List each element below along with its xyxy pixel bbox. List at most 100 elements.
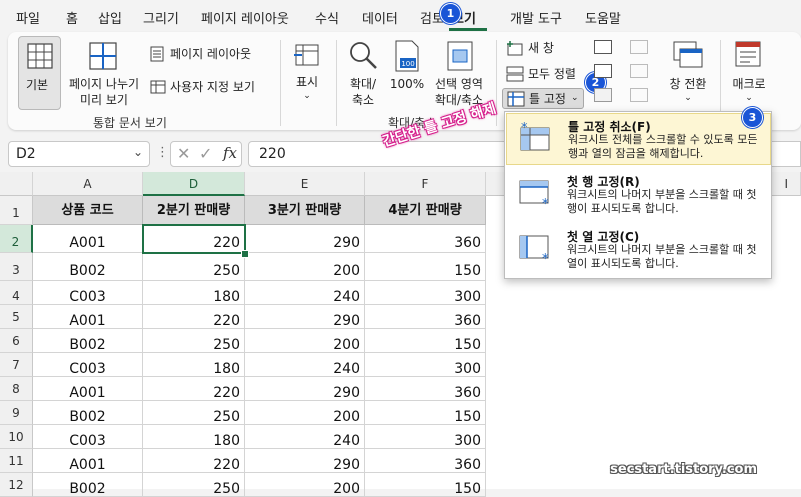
- row-header[interactable]: 3: [0, 253, 33, 281]
- table-cell[interactable]: A001: [33, 305, 143, 329]
- zoom-to-selection-button[interactable]: 선택 영역 확대/축소: [428, 36, 490, 110]
- row-header[interactable]: 2: [0, 225, 33, 253]
- insert-function-icon[interactable]: fx: [223, 144, 237, 162]
- row-header[interactable]: 7: [0, 353, 33, 377]
- table-cell[interactable]: B002: [33, 253, 143, 281]
- freeze-panes-button[interactable]: 틀 고정 ⌄: [502, 88, 584, 109]
- row-header[interactable]: 8: [0, 377, 33, 401]
- table-cell[interactable]: 150: [365, 329, 486, 353]
- table-header-cell[interactable]: 2분기 판매량: [143, 196, 245, 225]
- table-cell[interactable]: 220: [143, 449, 245, 473]
- table-cell[interactable]: 150: [365, 473, 486, 497]
- column-header-e[interactable]: E: [245, 172, 365, 196]
- reset-window-position-icon[interactable]: [630, 88, 648, 102]
- row-header[interactable]: 11: [0, 449, 33, 473]
- table-cell[interactable]: 220: [143, 377, 245, 401]
- table-cell[interactable]: 360: [365, 377, 486, 401]
- table-cell[interactable]: 360: [365, 305, 486, 329]
- unhide-icon[interactable]: [594, 88, 612, 102]
- table-cell[interactable]: 290: [245, 225, 365, 253]
- table-cell[interactable]: 300: [365, 425, 486, 449]
- row-header[interactable]: 1: [0, 196, 33, 225]
- table-cell[interactable]: C003: [33, 281, 143, 305]
- select-all-corner[interactable]: [0, 172, 33, 196]
- column-header-d[interactable]: D: [143, 172, 245, 196]
- table-cell[interactable]: 300: [365, 281, 486, 305]
- column-header-a[interactable]: A: [33, 172, 143, 196]
- tab-data[interactable]: 데이터: [362, 8, 398, 27]
- table-cell[interactable]: 180: [143, 353, 245, 377]
- tab-home[interactable]: 홈: [66, 8, 78, 27]
- table-cell[interactable]: 290: [245, 449, 365, 473]
- table-cell[interactable]: 250: [143, 473, 245, 497]
- table-cell[interactable]: 290: [245, 377, 365, 401]
- row-header[interactable]: 6: [0, 329, 33, 353]
- tab-help[interactable]: 도움말: [585, 8, 621, 27]
- table-cell[interactable]: 150: [365, 401, 486, 425]
- row-header[interactable]: 5: [0, 305, 33, 329]
- table-cell[interactable]: 240: [245, 425, 365, 449]
- switch-windows-button[interactable]: 창 전환 ⌄: [660, 36, 716, 110]
- table-header-cell[interactable]: 상품 코드: [33, 196, 143, 225]
- tab-page-layout[interactable]: 페이지 레이아웃: [201, 8, 289, 27]
- table-cell[interactable]: A001: [33, 449, 143, 473]
- table-cell[interactable]: A001: [33, 377, 143, 401]
- show-button[interactable]: 표시 ⌄: [284, 36, 330, 110]
- chevron-down-icon[interactable]: ⌄: [133, 145, 143, 159]
- tab-draw[interactable]: 그리기: [143, 8, 179, 27]
- table-cell[interactable]: 200: [245, 253, 365, 281]
- macros-button[interactable]: 매크로 ⌄: [724, 36, 774, 110]
- name-box[interactable]: D2 ⌄: [8, 141, 150, 167]
- table-cell[interactable]: 360: [365, 449, 486, 473]
- table-cell[interactable]: 180: [143, 425, 245, 449]
- page-layout-view-button[interactable]: 페이지 레이아웃: [150, 44, 268, 64]
- table-cell[interactable]: C003: [33, 353, 143, 377]
- table-cell[interactable]: 200: [245, 329, 365, 353]
- table-cell[interactable]: 180: [143, 281, 245, 305]
- table-cell[interactable]: B002: [33, 401, 143, 425]
- confirm-icon[interactable]: ✓: [199, 144, 212, 163]
- hide-icon[interactable]: [594, 64, 612, 78]
- more-options-icon[interactable]: ⋮: [156, 145, 169, 160]
- view-side-by-side-icon[interactable]: [630, 40, 648, 54]
- zoom-100-button[interactable]: 100 100%: [388, 36, 426, 110]
- freeze-first-column-item[interactable]: * 첫 열 고정(C) 워크시트의 나머지 부분을 스크롤할 때 첫 열이 표시…: [506, 224, 771, 276]
- table-cell[interactable]: 300: [365, 353, 486, 377]
- table-cell[interactable]: 250: [143, 253, 245, 281]
- table-cell[interactable]: 200: [245, 401, 365, 425]
- zoom-button[interactable]: 확대/ 축소: [340, 36, 386, 110]
- table-cell[interactable]: 360: [365, 225, 486, 253]
- freeze-top-row-item[interactable]: * 첫 행 고정(R) 워크시트의 나머지 부분을 스크롤할 때 첫 행이 표시…: [506, 169, 771, 221]
- tab-file[interactable]: 파일: [16, 8, 40, 27]
- unfreeze-panes-item[interactable]: * 틀 고정 취소(F) 워크시트 전체를 스크롤할 수 있도록 모든 행과 열…: [506, 113, 771, 165]
- table-cell[interactable]: B002: [33, 329, 143, 353]
- tab-insert[interactable]: 삽입: [98, 8, 122, 27]
- table-header-cell[interactable]: 4분기 판매량: [365, 196, 486, 225]
- tab-formulas[interactable]: 수식: [315, 8, 339, 27]
- table-cell[interactable]: 290: [245, 305, 365, 329]
- table-cell[interactable]: 200: [245, 473, 365, 497]
- table-cell[interactable]: 220: [143, 305, 245, 329]
- table-header-cell[interactable]: 3분기 판매량: [245, 196, 365, 225]
- custom-views-button[interactable]: 사용자 지정 보기: [150, 77, 268, 97]
- normal-view-button[interactable]: 기본: [18, 36, 61, 110]
- table-cell[interactable]: 250: [143, 401, 245, 425]
- table-cell[interactable]: 150: [365, 253, 486, 281]
- fill-handle[interactable]: [241, 250, 249, 258]
- row-header[interactable]: 12: [0, 473, 33, 497]
- table-cell[interactable]: C003: [33, 425, 143, 449]
- table-cell[interactable]: 240: [245, 353, 365, 377]
- arrange-all-button[interactable]: 모두 정렬: [504, 64, 584, 84]
- row-header[interactable]: 10: [0, 425, 33, 449]
- row-header[interactable]: 4: [0, 281, 33, 305]
- row-header[interactable]: 9: [0, 401, 33, 425]
- sync-scroll-icon[interactable]: [630, 64, 648, 78]
- table-cell[interactable]: A001: [33, 225, 143, 253]
- tab-developer[interactable]: 개발 도구: [510, 8, 562, 27]
- table-cell[interactable]: 240: [245, 281, 365, 305]
- page-break-preview-button[interactable]: 페이지 나누기 미리 보기: [64, 36, 144, 110]
- column-header-f[interactable]: F: [365, 172, 486, 196]
- new-window-button[interactable]: 새 창: [504, 38, 584, 58]
- table-cell[interactable]: B002: [33, 473, 143, 497]
- cancel-icon[interactable]: ✕: [177, 144, 190, 163]
